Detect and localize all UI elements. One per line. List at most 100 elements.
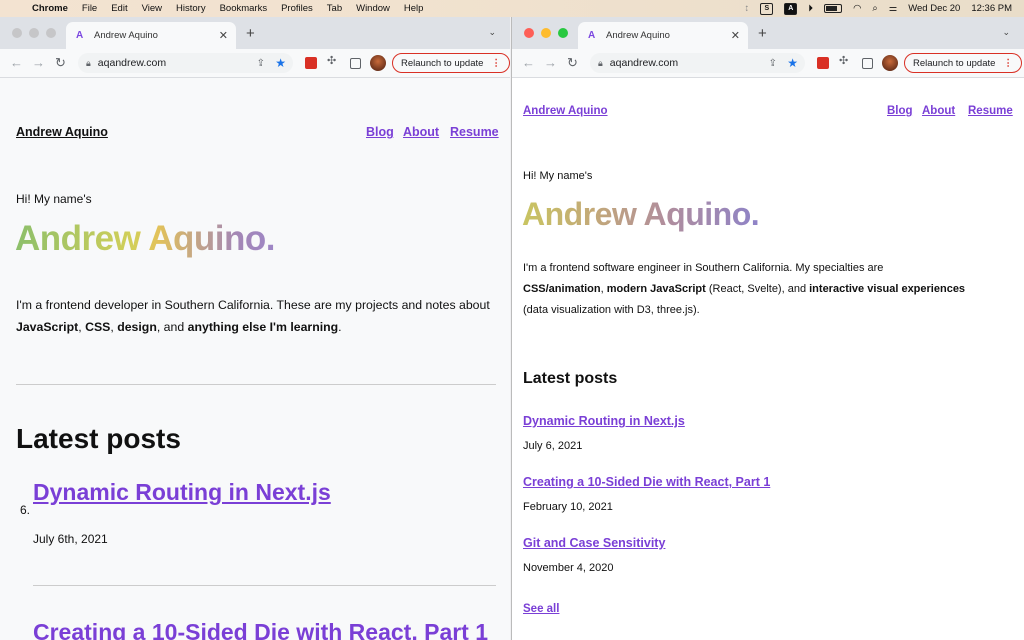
chevron-down-icon[interactable]: ⌄ <box>488 27 496 38</box>
post-link-dynamic-routing[interactable]: Dynamic Routing in Next.js <box>33 479 331 506</box>
zoom-window-button[interactable] <box>558 28 568 38</box>
menu-edit[interactable]: Edit <box>111 3 127 14</box>
menu-file[interactable]: File <box>82 3 97 14</box>
window-controls <box>524 28 568 38</box>
tab-strip: A Andrew Aquino ✕ + ⌄ <box>0 17 510 49</box>
hero-name: Andrew Aquino. <box>15 219 276 258</box>
address-bar[interactable]: 🔒︎ aqandrew.com ⇪ ★ <box>78 53 293 73</box>
chevron-down-icon[interactable]: ⌄ <box>1002 27 1010 38</box>
menu-app-name[interactable]: Chrome <box>32 3 68 14</box>
see-all-link[interactable]: See all <box>523 603 559 615</box>
reload-icon[interactable]: ↻ <box>567 55 578 71</box>
minimize-window-button[interactable] <box>541 28 551 38</box>
relaunch-to-update-button[interactable]: Relaunch to update ⋮ <box>392 53 510 73</box>
nav-about-link[interactable]: About <box>403 125 439 139</box>
hero-name: Andrew Aquino. <box>522 196 760 232</box>
spotlight-search-icon[interactable]: ⌕ <box>872 3 877 14</box>
profile-avatar[interactable] <box>882 55 898 71</box>
nav-blog-link[interactable]: Blog <box>366 125 394 139</box>
tab-andrew-aquino[interactable]: A Andrew Aquino ✕ <box>66 22 236 49</box>
play-icon[interactable]: ⏵ <box>808 3 813 14</box>
new-tab-icon[interactable]: + <box>246 25 255 42</box>
share-icon[interactable]: ⇪ <box>769 58 777 69</box>
greeting-text: Hi! My name's <box>16 192 92 206</box>
new-tab-icon[interactable]: + <box>758 25 767 42</box>
intro-paragraph: I'm a frontend developer in Southern Cal… <box>16 298 490 334</box>
post-link-10-sided-die[interactable]: Creating a 10-Sided Die with React, Part… <box>523 475 770 489</box>
forward-icon[interactable]: → <box>32 55 45 70</box>
intro-paragraph: I'm a frontend software engineer in Sout… <box>523 262 966 316</box>
site-favicon-icon: A <box>588 30 596 41</box>
zoom-window-button[interactable] <box>46 28 56 38</box>
browser-toolbar: ← → ↻ 🔒︎ aqandrew.com ⇪ ★ ✣ Relaunch to … <box>0 49 510 78</box>
site-brand-link[interactable]: Andrew Aquino <box>16 125 108 139</box>
extension-red-icon[interactable] <box>305 57 317 69</box>
menu-help[interactable]: Help <box>404 3 424 14</box>
tab-title: Andrew Aquino <box>606 30 670 41</box>
nav-resume-link[interactable]: Resume <box>968 105 1013 117</box>
menu-tab[interactable]: Tab <box>327 3 342 14</box>
a-input-icon[interactable]: A <box>784 2 798 15</box>
webpage-content: Andrew Aquino Blog About Resume Hi! My n… <box>512 78 1024 640</box>
side-panel-icon[interactable] <box>350 58 361 69</box>
s-extension-icon[interactable]: S <box>760 2 774 15</box>
side-panel-icon[interactable] <box>862 58 873 69</box>
tab-title: Andrew Aquino <box>94 30 158 41</box>
profile-avatar[interactable] <box>370 55 386 71</box>
menubar-time[interactable]: 12:36 PM <box>971 3 1012 14</box>
latest-posts-heading: Latest posts <box>523 370 618 387</box>
nav-about-link[interactable]: About <box>922 105 955 117</box>
window-controls <box>12 28 56 38</box>
control-center-icon[interactable]: ⚌ <box>889 3 898 14</box>
more-menu-icon: ⋮ <box>491 57 501 69</box>
wifi-icon[interactable]: ◠ <box>853 3 861 14</box>
extensions-puzzle-icon[interactable]: ✣ <box>327 54 339 67</box>
close-tab-icon[interactable]: ✕ <box>219 29 228 42</box>
menu-view[interactable]: View <box>142 3 162 14</box>
webpage-content: Andrew Aquino Blog About Resume Hi! My n… <box>0 78 510 640</box>
close-window-button[interactable] <box>12 28 22 38</box>
post-date: July 6th, 2021 <box>33 532 108 546</box>
back-icon[interactable]: ← <box>10 55 23 70</box>
post-link-git-case-sensitivity[interactable]: Git and Case Sensitivity <box>523 536 665 550</box>
resize-arrows-icon[interactable]: ↕ <box>745 3 750 14</box>
greeting-text: Hi! My name's <box>523 170 593 182</box>
minimize-window-button[interactable] <box>29 28 39 38</box>
extension-red-icon[interactable] <box>817 57 829 69</box>
bookmark-star-icon[interactable]: ★ <box>275 56 286 70</box>
menu-bookmarks[interactable]: Bookmarks <box>220 3 268 14</box>
extensions-puzzle-icon[interactable]: ✣ <box>839 54 851 67</box>
url-text[interactable]: aqandrew.com <box>610 57 678 69</box>
tab-strip: A Andrew Aquino ✕ + ⌄ <box>512 17 1024 49</box>
mac-menubar: Chrome File Edit View History Bookmarks … <box>0 0 1024 17</box>
lock-icon[interactable]: 🔒︎ <box>598 58 603 69</box>
relaunch-to-update-button[interactable]: Relaunch to update ⋮ <box>904 53 1022 73</box>
menu-history[interactable]: History <box>176 3 206 14</box>
share-icon[interactable]: ⇪ <box>257 58 265 69</box>
menubar-date[interactable]: Wed Dec 20 <box>908 3 960 14</box>
nav-resume-link[interactable]: Resume <box>450 125 499 139</box>
post-link-10-sided-die[interactable]: Creating a 10-Sided Die with React, Part… <box>33 619 488 640</box>
lock-icon[interactable]: 🔒︎ <box>86 58 91 69</box>
nav-blog-link[interactable]: Blog <box>887 105 913 117</box>
latest-posts-heading: Latest posts <box>16 423 181 454</box>
url-text[interactable]: aqandrew.com <box>98 57 166 69</box>
post-date: July 6, 2021 <box>523 440 583 452</box>
battery-icon[interactable] <box>824 4 843 13</box>
tab-andrew-aquino[interactable]: A Andrew Aquino ✕ <box>578 22 748 49</box>
close-window-button[interactable] <box>524 28 534 38</box>
back-icon[interactable]: ← <box>522 55 535 70</box>
post-link-dynamic-routing[interactable]: Dynamic Routing in Next.js <box>523 414 685 428</box>
divider <box>16 384 496 385</box>
relaunch-label: Relaunch to update <box>913 57 996 69</box>
close-tab-icon[interactable]: ✕ <box>731 29 740 42</box>
browser-window-left: A Andrew Aquino ✕ + ⌄ ← → ↻ 🔒︎ aqandrew.… <box>0 17 510 640</box>
menu-window[interactable]: Window <box>356 3 390 14</box>
forward-icon[interactable]: → <box>544 55 557 70</box>
bookmark-star-icon[interactable]: ★ <box>787 56 798 70</box>
site-brand-link[interactable]: Andrew Aquino <box>523 105 608 117</box>
reload-icon[interactable]: ↻ <box>55 55 66 71</box>
menubar-status-area: ↕ S A ⏵ ◠ ⌕ ⚌ Wed Dec 20 12:36 PM <box>745 0 1012 17</box>
address-bar[interactable]: 🔒︎ aqandrew.com ⇪ ★ <box>590 53 805 73</box>
menu-profiles[interactable]: Profiles <box>281 3 313 14</box>
